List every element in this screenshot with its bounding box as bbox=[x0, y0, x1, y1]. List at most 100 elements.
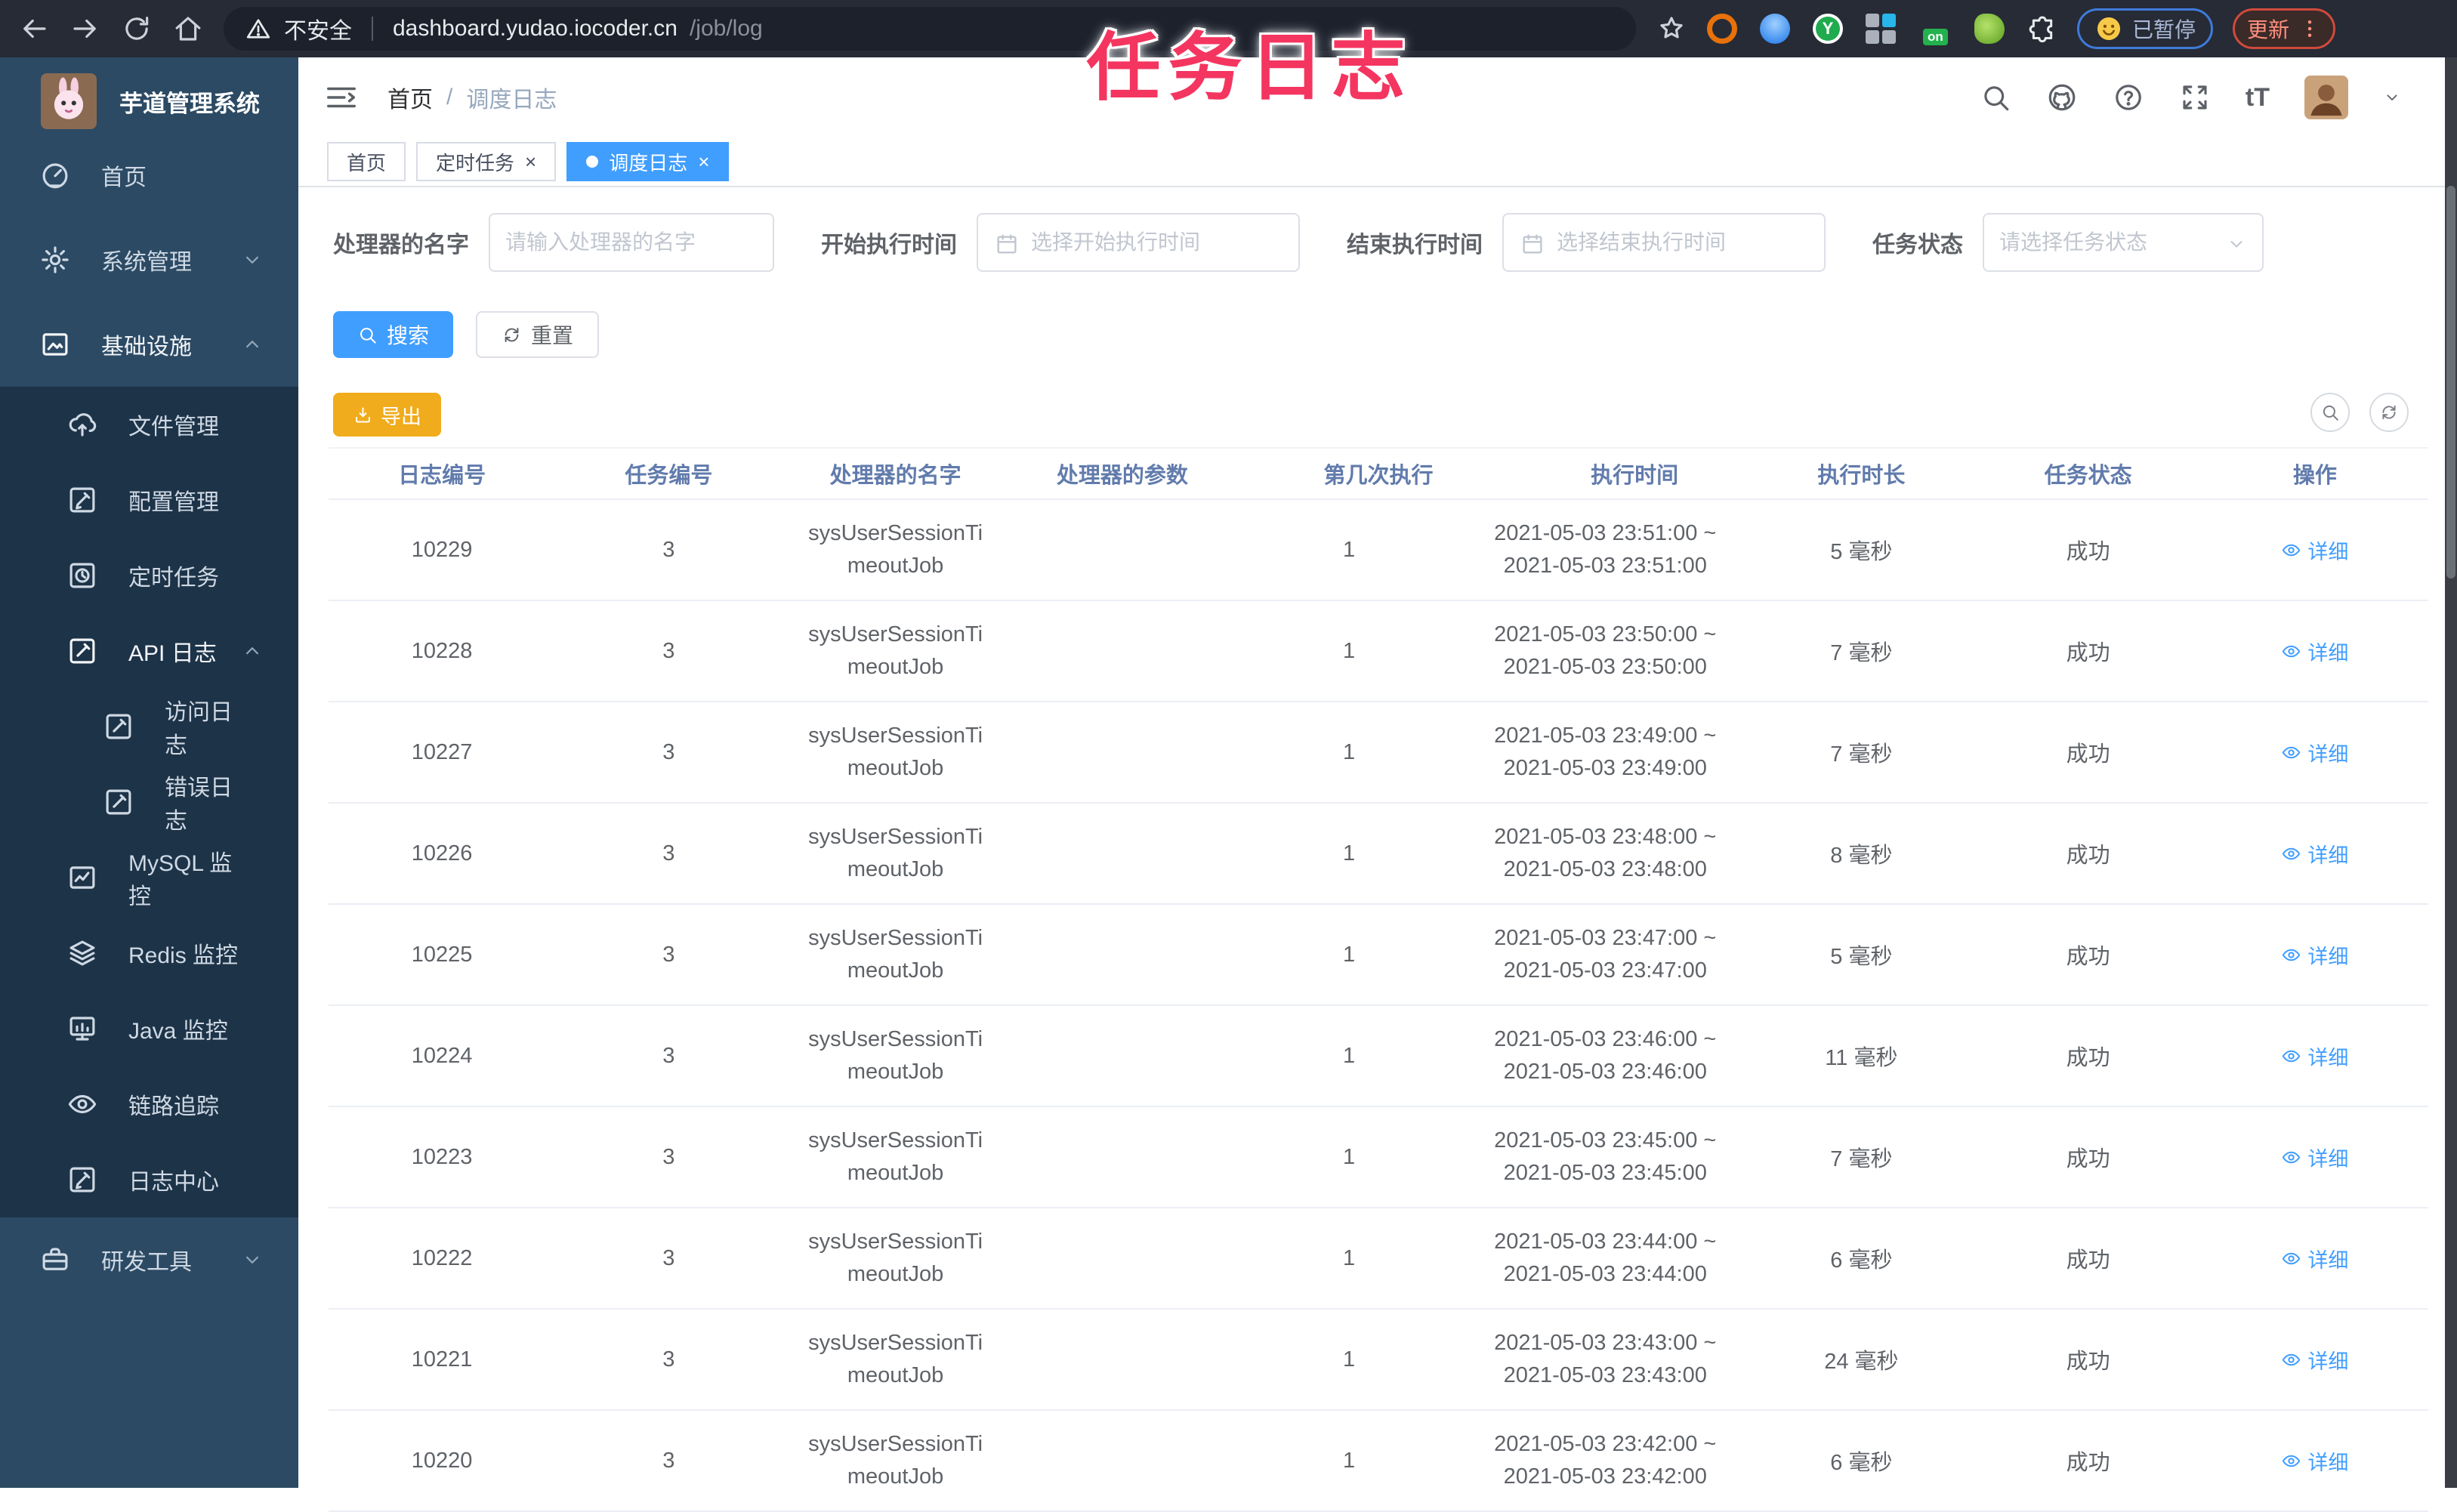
close-icon[interactable]: × bbox=[525, 152, 536, 171]
status-select[interactable] bbox=[1983, 213, 2264, 272]
sidebar-item[interactable]: MySQL 监控 bbox=[0, 840, 298, 915]
close-icon[interactable]: × bbox=[698, 152, 709, 171]
detail-link[interactable]: 详细 bbox=[2281, 839, 2348, 869]
extension-green-y-icon[interactable]: Y bbox=[1813, 14, 1843, 44]
font-size-icon[interactable]: tT bbox=[2246, 85, 2270, 110]
sidebar-item[interactable]: 定时任务 bbox=[0, 538, 298, 613]
table-row: 10228 3 sysUserSessionTimeoutJob 1 2021-… bbox=[329, 601, 2428, 702]
exec-time-start: 2021-05-03 23:49:00 ~ bbox=[1494, 723, 1717, 748]
sidebar-item-label: Java 监控 bbox=[128, 1019, 228, 1044]
extensions-puzzle-icon[interactable] bbox=[2027, 14, 2057, 44]
bookmark-star-icon[interactable] bbox=[1656, 13, 1687, 45]
exec-time-end: 2021-05-03 23:50:00 bbox=[1503, 655, 1707, 679]
page-scrollbar[interactable] bbox=[2445, 57, 2457, 1488]
job-log-table: 日志编号 任务编号 处理器的名字 处理器的参数 第几次执行 执行时间 执行时长 … bbox=[329, 447, 2428, 1512]
chevron-down-icon[interactable] bbox=[2383, 88, 2401, 106]
search-button[interactable]: 搜索 bbox=[333, 311, 454, 358]
cell-times: 1 bbox=[1342, 739, 1356, 764]
sidebar-item[interactable]: 访问日志 bbox=[0, 689, 298, 764]
tab-job-log[interactable]: 调度日志 × bbox=[566, 142, 730, 181]
sidebar-item[interactable]: 文件管理 bbox=[0, 387, 298, 462]
extension-blue-icon[interactable] bbox=[1760, 14, 1790, 44]
table-row: 10226 3 sysUserSessionTimeoutJob 1 2021-… bbox=[329, 804, 2428, 905]
back-icon[interactable] bbox=[18, 13, 50, 45]
reset-button[interactable]: 重置 bbox=[476, 311, 600, 358]
tab-label: 调度日志 bbox=[609, 151, 688, 174]
sidebar-item-label: 文件管理 bbox=[128, 415, 219, 440]
sidebar-item[interactable]: 系统管理 bbox=[0, 218, 298, 302]
search-icon[interactable] bbox=[1980, 82, 2011, 113]
handler-name: sysUserSessionTimeoutJob bbox=[808, 622, 983, 680]
cell-times: 1 bbox=[1342, 1245, 1356, 1270]
cell-status: 成功 bbox=[2066, 742, 2110, 767]
github-icon[interactable] bbox=[2046, 82, 2078, 113]
tab-scheduled-task[interactable]: 定时任务 × bbox=[416, 142, 557, 181]
user-avatar[interactable] bbox=[2304, 76, 2348, 119]
detail-link[interactable]: 详细 bbox=[2281, 1345, 2348, 1375]
help-icon[interactable] bbox=[2113, 82, 2144, 113]
detail-link[interactable]: 详细 bbox=[2281, 1041, 2348, 1071]
sidebar-item[interactable]: API 日志 bbox=[0, 613, 298, 689]
cell-duration: 7 毫秒 bbox=[1830, 1147, 1893, 1171]
handler-name: sysUserSessionTimeoutJob bbox=[808, 1026, 983, 1085]
extension-leaf-icon[interactable] bbox=[1974, 14, 2005, 44]
detail-link[interactable]: 详细 bbox=[2281, 637, 2348, 666]
sidebar-item-label: 系统管理 bbox=[101, 250, 192, 275]
extension-on-icon[interactable]: on bbox=[1918, 12, 1952, 45]
extension-y-label: Y bbox=[1816, 17, 1840, 41]
sidebar-item[interactable]: 研发工具 bbox=[0, 1217, 298, 1302]
detail-link[interactable]: 详细 bbox=[2281, 1446, 2348, 1476]
toggle-search-button[interactable] bbox=[2310, 393, 2350, 432]
sidebar-item[interactable]: 首页 bbox=[0, 133, 298, 218]
sidebar-item[interactable]: 错误日志 bbox=[0, 764, 298, 840]
exec-time-start: 2021-05-03 23:43:00 ~ bbox=[1494, 1330, 1717, 1355]
end-time-field bbox=[1502, 213, 1826, 272]
detail-link[interactable]: 详细 bbox=[2281, 535, 2348, 565]
cell-actions: 详细 bbox=[2202, 637, 2428, 666]
extension-grid-icon[interactable] bbox=[1866, 14, 1896, 44]
cell-status: 成功 bbox=[2066, 1248, 2110, 1273]
extension-orange-icon[interactable] bbox=[1707, 14, 1737, 44]
sidebar-item[interactable]: 链路追踪 bbox=[0, 1066, 298, 1142]
profile-paused-button[interactable]: 已暂停 bbox=[2077, 8, 2214, 49]
end-time-input[interactable] bbox=[1504, 214, 1824, 270]
address-bar[interactable]: 不安全 dashboard.yudao.iocoder.cn/job/log bbox=[224, 7, 1636, 51]
scrollbar-thumb[interactable] bbox=[2446, 186, 2455, 579]
tab-home[interactable]: 首页 bbox=[327, 142, 406, 181]
forward-icon[interactable] bbox=[69, 13, 101, 45]
detail-link[interactable]: 详细 bbox=[2281, 940, 2348, 970]
browser-menu-icon[interactable] bbox=[2298, 17, 2321, 40]
column-header: 操作 bbox=[2292, 464, 2337, 488]
refresh-table-button[interactable] bbox=[2369, 393, 2409, 432]
sidebar-item-label: 研发工具 bbox=[101, 1250, 192, 1275]
cell-actions: 详细 bbox=[2202, 940, 2428, 970]
breadcrumb-home[interactable]: 首页 bbox=[387, 81, 433, 114]
cell-task-id: 3 bbox=[662, 942, 675, 967]
status-select-input[interactable] bbox=[1984, 214, 2262, 270]
reload-icon[interactable] bbox=[121, 13, 153, 45]
cell-actions: 详细 bbox=[2202, 1041, 2428, 1071]
detail-link[interactable]: 详细 bbox=[2281, 1143, 2348, 1172]
detail-link[interactable]: 详细 bbox=[2281, 738, 2348, 767]
begin-time-input[interactable] bbox=[978, 214, 1298, 270]
hamburger-icon[interactable] bbox=[324, 80, 359, 115]
sidebar-item[interactable]: 日志中心 bbox=[0, 1142, 298, 1217]
column-header: 任务编号 bbox=[625, 464, 713, 488]
app-logo-row: 芋道管理系统 bbox=[0, 57, 298, 133]
handler-name-input[interactable] bbox=[490, 214, 773, 270]
url-host: dashboard.yudao.iocoder.cn bbox=[393, 16, 678, 41]
sidebar-item[interactable]: Java 监控 bbox=[0, 991, 298, 1066]
sidebar-item[interactable]: Redis 监控 bbox=[0, 915, 298, 991]
detail-link-label: 详细 bbox=[2307, 641, 2349, 665]
fullscreen-icon[interactable] bbox=[2179, 82, 2211, 113]
browser-update-button[interactable]: 更新 bbox=[2233, 8, 2336, 49]
sidebar-item-label: 首页 bbox=[101, 165, 147, 190]
cell-actions: 详细 bbox=[2202, 1143, 2428, 1172]
eye-icon bbox=[2281, 1248, 2301, 1269]
sidebar-item[interactable]: 基础设施 bbox=[0, 302, 298, 387]
home-icon[interactable] bbox=[172, 13, 204, 45]
export-button[interactable]: 导出 bbox=[333, 393, 441, 437]
handler-name: sysUserSessionTimeoutJob bbox=[808, 1229, 983, 1287]
sidebar-item[interactable]: 配置管理 bbox=[0, 462, 298, 538]
detail-link[interactable]: 详细 bbox=[2281, 1244, 2348, 1273]
